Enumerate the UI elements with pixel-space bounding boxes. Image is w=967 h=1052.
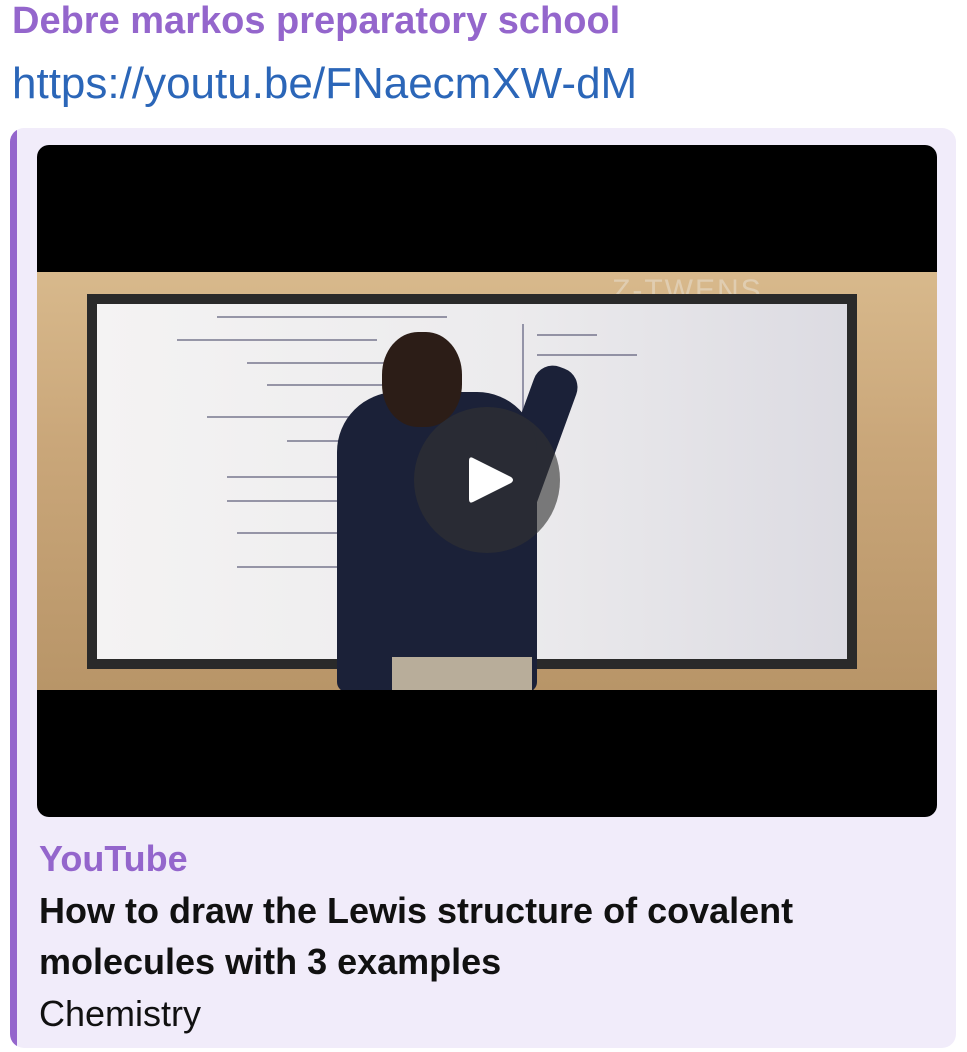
board-writing (247, 362, 397, 364)
preview-accent-bar (10, 128, 17, 1048)
board-writing (537, 334, 597, 336)
sender-name[interactable]: Debre markos preparatory school (12, 0, 620, 42)
play-button[interactable] (414, 407, 560, 553)
message-bubble: Debre markos preparatory school https://… (0, 0, 967, 1052)
teacher-pants (392, 657, 532, 690)
play-icon (469, 457, 513, 503)
preview-description: Chemistry (39, 993, 202, 1034)
preview-site-name: YouTube (39, 838, 188, 879)
board-writing (217, 316, 447, 318)
board-writing (537, 354, 637, 356)
board-writing (237, 566, 347, 568)
message-link[interactable]: https://youtu.be/FNaecmXW-dM (12, 58, 637, 110)
video-thumbnail[interactable]: Z-TWENS (37, 145, 937, 817)
board-writing (177, 339, 377, 341)
preview-title: How to draw the Lewis structure of coval… (39, 890, 794, 982)
teacher-head (382, 332, 462, 427)
link-preview-card[interactable]: Z-TWENS YouTube How to draw the Lewis st… (10, 128, 956, 1048)
